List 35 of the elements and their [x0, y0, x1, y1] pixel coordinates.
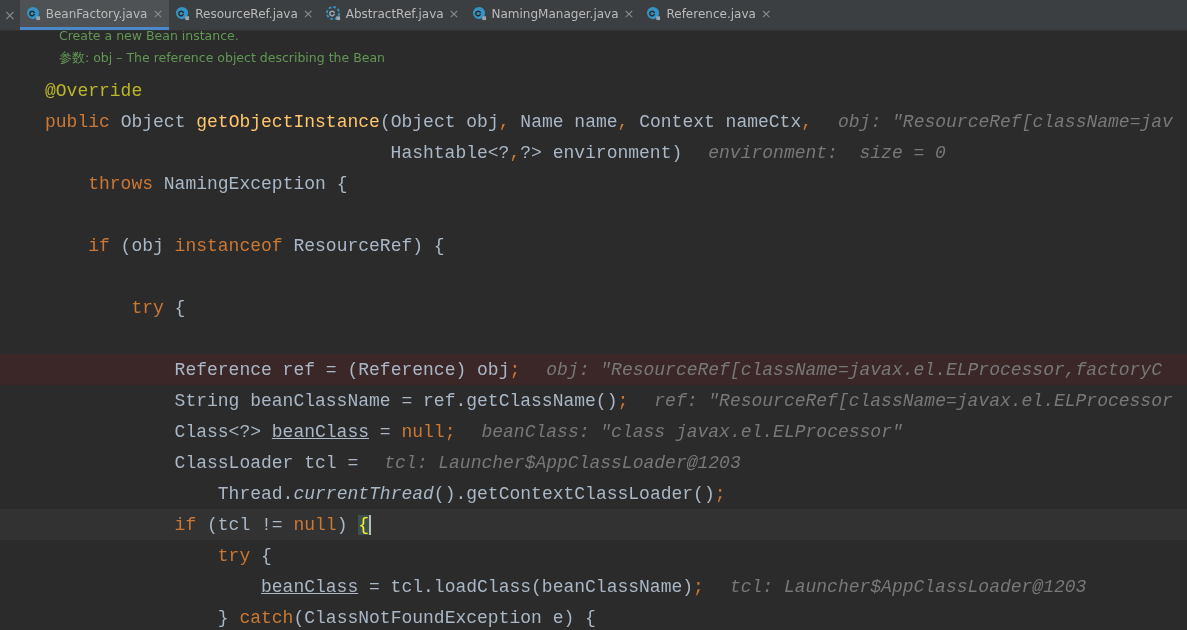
abstract-class-icon — [325, 6, 341, 21]
code-line: try { — [217, 545, 272, 566]
class-icon — [175, 6, 191, 21]
doc-comment-line: Create a new Bean instance. — [59, 27, 239, 45]
code-line: Reference ref = (Reference) obj; — [174, 359, 521, 380]
debug-value-hint: tcl: Launcher$AppClassLoader@1203 — [729, 576, 1087, 597]
debug-value-hint: tcl: Launcher$AppClassLoader@1203 — [384, 452, 741, 473]
code-line: if (tcl != null) { — [174, 514, 372, 535]
editor-tab[interactable]: Reference.java × — [640, 0, 778, 30]
code-line: ClassLoader tcl = — [174, 452, 359, 473]
debug-value-hint: ref: "ResourceRef[className=javax.el.ELProcessor — [654, 390, 1173, 411]
editor-tab[interactable]: BeanFactory.java × — [19, 0, 170, 30]
debug-value-hint: beanClass: "class javax.el.ELProcessor" — [481, 421, 903, 442]
code-line: @Override — [45, 80, 143, 101]
code-line: Class<?> beanClass = null; — [174, 421, 456, 442]
debug-value-hint: obj: "ResourceRef[className=javax.el.ELProcessor,factoryC — [546, 359, 1162, 380]
class-icon — [646, 6, 662, 21]
code-line: public Object getObjectInstance(Object obj, Name name, Context nameCtx, — [45, 111, 812, 132]
editor-tab[interactable]: ResourceRef.java × — [169, 0, 320, 30]
code-line: throws NamingException { — [88, 173, 348, 194]
code-line: Thread.currentThread().getContextClassLoader(); — [217, 483, 726, 504]
code-line: if (obj instanceof ResourceRef) { — [88, 235, 445, 256]
debug-value-hint: obj: "ResourceRef[className=jav — [838, 111, 1173, 132]
close-icon[interactable]: × — [0, 0, 20, 30]
editor-tab[interactable]: NamingManager.java × — [465, 0, 641, 30]
code-line: } catch(ClassNotFoundException e) { — [217, 607, 596, 628]
code-line: try { — [131, 297, 186, 318]
code-line: beanClass = tcl.loadClass(beanClassName); — [261, 576, 704, 597]
code-line: Hashtable<?,?> environment) — [390, 142, 683, 163]
editor-tab[interactable]: AbstractRef.java × — [319, 0, 466, 30]
class-icon — [471, 6, 487, 21]
class-icon — [25, 6, 41, 21]
debug-value-hint: environment: size = 0 — [708, 142, 946, 163]
code-line: String beanClassName = ref.getClassName(); — [174, 390, 629, 411]
doc-comment-line: 参数: obj – The reference object describing the Bean — [59, 49, 385, 67]
